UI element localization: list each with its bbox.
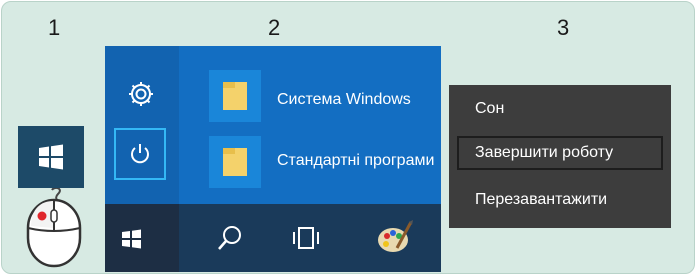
- power-options-menu: Сон Завершити роботу Перезавантажити: [449, 85, 671, 228]
- start-menu-side-bar: [105, 46, 179, 204]
- step-number-3: 3: [557, 15, 570, 40]
- instruction-panel: 1 2 3 Система Windows Стандартні програм…: [1, 1, 695, 274]
- power-button[interactable]: [114, 128, 166, 180]
- left-click-indicator: [37, 211, 47, 221]
- power-icon: [131, 144, 149, 164]
- start-menu: Система Windows Стандартні програми: [105, 46, 441, 272]
- gear-icon[interactable]: [126, 79, 156, 114]
- tile-system-windows[interactable]: [209, 70, 261, 122]
- mouse-icon: [24, 186, 88, 273]
- folder-icon: [223, 82, 247, 110]
- menu-item-sleep[interactable]: Сон: [457, 93, 663, 127]
- folder-icon: [223, 148, 247, 176]
- menu-item-restart[interactable]: Перезавантажити: [457, 184, 663, 218]
- search-icon[interactable]: [217, 224, 243, 257]
- taskbar-start-button[interactable]: [105, 204, 179, 272]
- step-number-1: 1: [48, 15, 61, 40]
- task-view-icon[interactable]: [291, 224, 321, 257]
- menu-item-shut-down[interactable]: Завершити роботу: [457, 136, 663, 170]
- windows-logo-icon: [122, 229, 141, 249]
- windows-logo-icon: [39, 144, 63, 170]
- paint-icon[interactable]: [375, 218, 415, 263]
- tile-standard-programs[interactable]: [209, 136, 261, 188]
- taskbar: [105, 204, 441, 272]
- step-number-2: 2: [268, 15, 281, 40]
- start-button[interactable]: [18, 126, 84, 188]
- menu-item-system-windows[interactable]: Система Windows: [277, 91, 441, 109]
- menu-item-standard-programs[interactable]: Стандартні програми: [277, 152, 441, 170]
